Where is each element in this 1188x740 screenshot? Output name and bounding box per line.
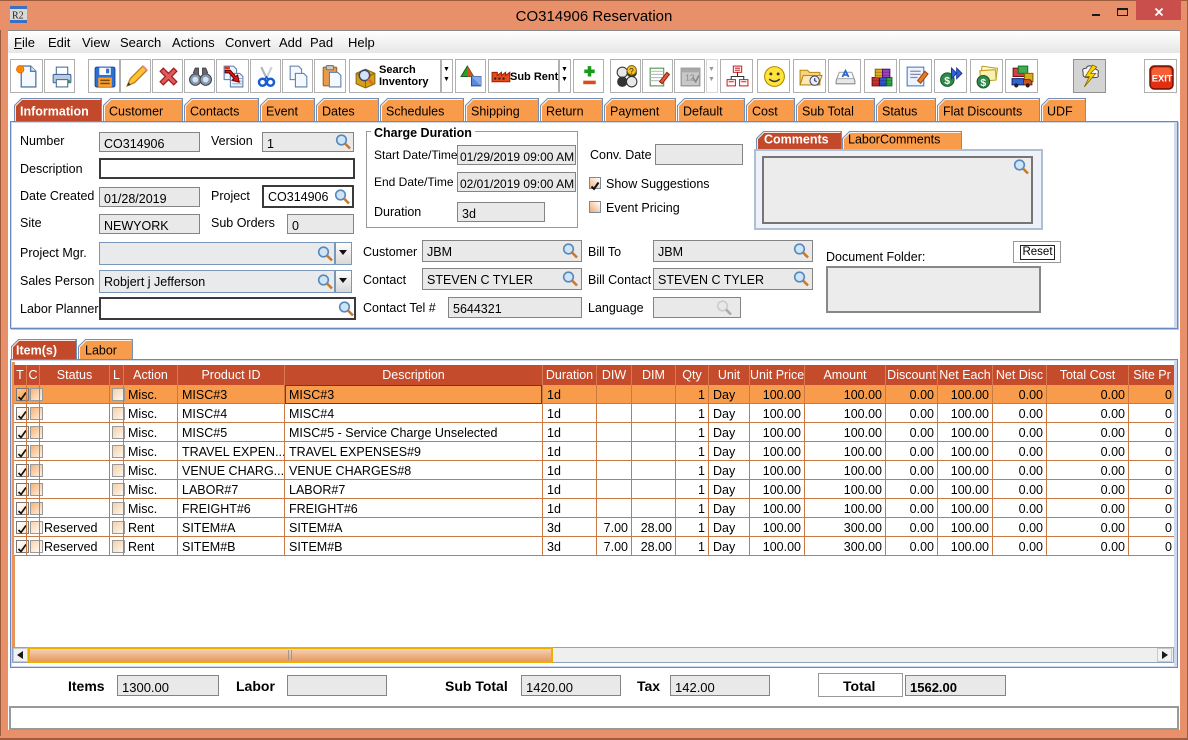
svg-text:LaborComments: LaborComments (848, 133, 940, 147)
svg-text:Cost: Cost (752, 105, 778, 119)
svg-text:Dates: Dates (322, 105, 355, 119)
svg-text:Contacts: Contacts (190, 105, 239, 119)
svg-text:Customer: Customer (109, 105, 163, 119)
svg-text:?: ? (629, 66, 634, 76)
svg-text:Event: Event (266, 105, 298, 119)
svg-text:Flat Discounts: Flat Discounts (943, 105, 1022, 119)
svg-text:Payment: Payment (610, 105, 660, 119)
svg-text:Shipping: Shipping (471, 105, 520, 119)
svg-text:Sub Total: Sub Total (802, 105, 854, 119)
svg-text:Information: Information (20, 105, 89, 119)
svg-text:UDF: UDF (1047, 105, 1073, 119)
svg-text:Status: Status (882, 105, 917, 119)
svg-text:EXIT: EXIT (1152, 74, 1173, 84)
svg-text:Schedules: Schedules (386, 105, 444, 119)
svg-text:Item(s): Item(s) (16, 344, 57, 358)
svg-text:$: $ (944, 76, 950, 87)
svg-text:Return: Return (546, 105, 584, 119)
svg-text:$: $ (980, 78, 986, 89)
svg-text:Labor: Labor (85, 344, 117, 358)
svg-text:Default: Default (683, 105, 723, 119)
svg-text:Comments: Comments (764, 133, 829, 147)
